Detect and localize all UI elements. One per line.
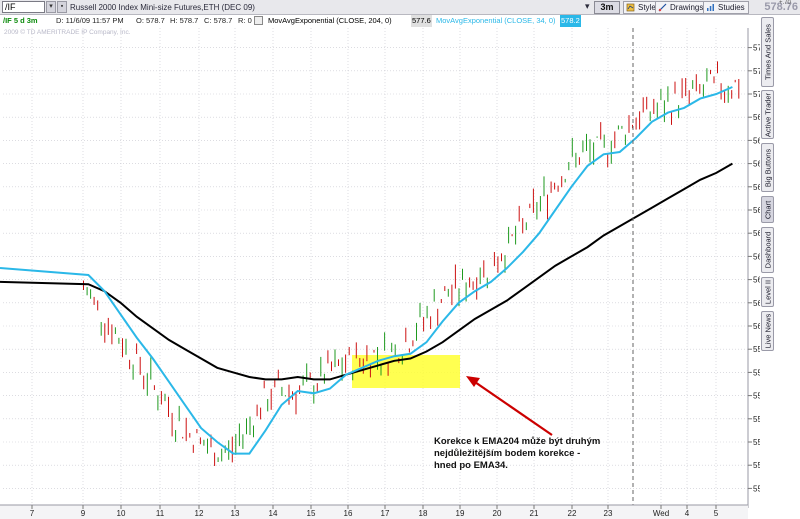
price-tick-label: 554 [753,461,767,470]
price-chart[interactable]: 5725715705695685675665655645635625615605… [0,0,800,519]
time-tick-label: 16 [344,509,353,518]
time-tick-label: 14 [269,509,278,518]
annotation-arrow-shaft [471,379,553,436]
price-tick-label: 558 [753,368,767,377]
side-tab-label: Big Buttons [763,148,772,187]
side-tab-dashboard[interactable]: Dashboard [761,227,774,273]
ema204-line [0,162,733,381]
time-tick-label: 7 [30,509,35,518]
time-tick-label: 4 [685,509,690,518]
price-tick-label: 553 [753,484,767,493]
side-tab-big-buttons[interactable]: Big Buttons [761,143,774,192]
side-tab-label: Chart [763,200,772,219]
time-tick-label: 5 [714,509,719,518]
time-tick-label: 21 [530,509,539,518]
side-tab-label: Times And Sales [763,24,772,80]
side-tab-live-news[interactable]: Live News [761,311,774,351]
annotation-line-3: hned po EMA34. [434,460,508,471]
side-tab-label: Live News [763,313,772,349]
side-tab-label: Dashboard [763,231,772,269]
annotation-text: Korekce k EMA204 může být druhým nejdůle… [434,436,614,472]
side-tab-level-ii[interactable]: Level II [761,277,774,307]
time-tick-label: 11 [156,509,165,518]
chart-grid [3,28,748,505]
side-tab-label: Level II [763,279,772,305]
side-tab-active-trader[interactable]: Active Trader [761,90,774,139]
price-bars [83,61,740,466]
time-tick-label: Wed [653,509,669,518]
annotation-line-2: nejdůležitějším bodem korekce - [434,448,581,459]
time-tick-label: 22 [568,509,577,518]
time-tick-label: 19 [456,509,465,518]
time-tick-label: 18 [419,509,428,518]
time-tick-label: 23 [604,509,613,518]
ema34-line [0,86,733,455]
time-tick-label: 12 [195,509,204,518]
time-tick-label: 13 [231,509,240,518]
time-axis-band [0,505,748,519]
side-tab-chart[interactable]: Chart [761,196,774,223]
time-tick-label: 20 [493,509,502,518]
side-tab-label: Active Trader [763,92,772,137]
time-tick-label: 17 [381,509,390,518]
price-tick-label: 556 [753,415,767,424]
time-tick-label: 9 [81,509,86,518]
time-tick-label: 10 [117,509,126,518]
time-tick-label: 15 [307,509,316,518]
side-tab-times-and-sales[interactable]: Times And Sales [761,17,774,87]
annotation-line-1: Korekce k EMA204 může být druhým [434,436,601,447]
time-axis: 7 9 10 11 12 13 14 15 16 17 18 19 20 21 22 23 Wed 4 5 [0,504,748,519]
price-tick-label: 555 [753,438,767,447]
price-tick-label: 557 [753,392,767,401]
